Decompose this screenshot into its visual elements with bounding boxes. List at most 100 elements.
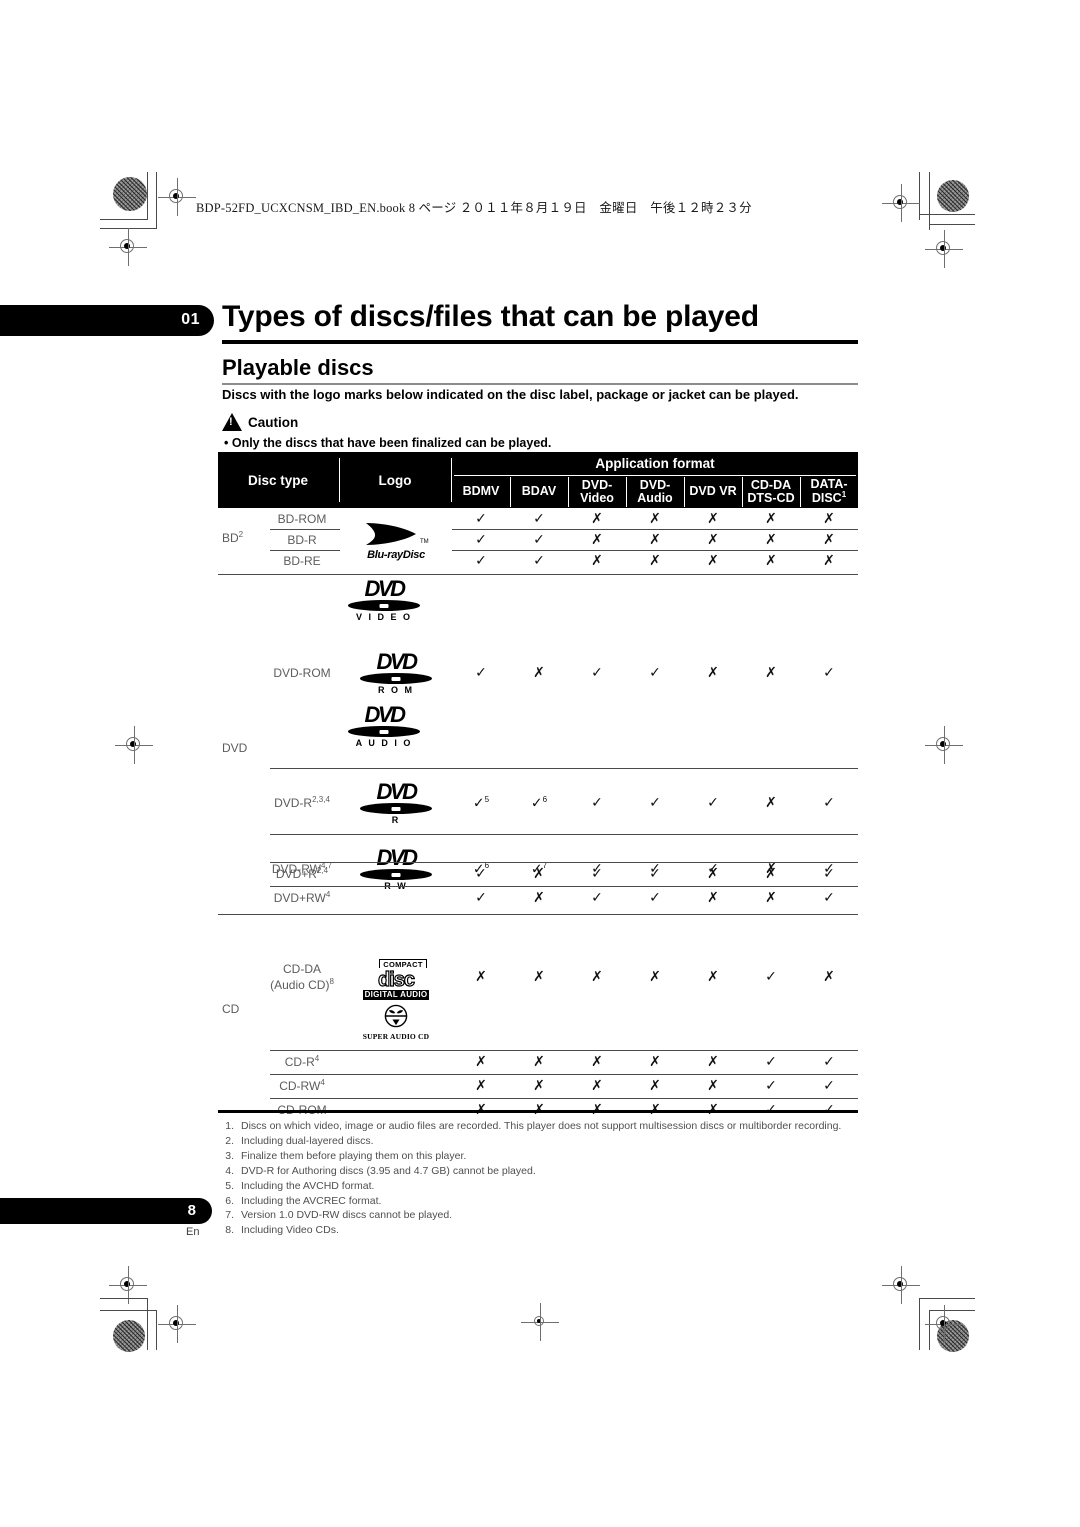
footnote-text: Including dual-layered discs. <box>241 1134 374 1147</box>
mark-yes: ✓5 <box>472 794 490 812</box>
mark-no: ✗ <box>591 1078 603 1094</box>
mark-no: ✗ <box>591 1054 603 1070</box>
mark-no: ✗ <box>591 532 603 548</box>
crop-line-tl-v2 <box>156 172 157 228</box>
caution-block: Caution <box>222 413 298 431</box>
row-label-bd-rom: BD-ROM <box>277 511 327 526</box>
mark-yes: ✓ <box>649 890 661 906</box>
row-marks-bd-rom: ✓ ✓ ✗ ✗ ✗ ✗ ✗ <box>452 511 858 527</box>
mark-yes: ✓ <box>823 890 835 906</box>
crop-line-tl-h1 <box>100 219 148 220</box>
row-divider <box>270 1074 858 1075</box>
registration-mark-bottom-right <box>925 1305 963 1343</box>
logo-dvd-audio: DVD A U D I O <box>340 704 452 748</box>
row-label-dvd-r: DVD-R2,3,4 <box>274 795 330 810</box>
footnote-item: 3. Finalize them before playing them on … <box>220 1149 860 1164</box>
mark-no: ✗ <box>765 794 777 811</box>
page-language-code: En <box>186 1226 200 1238</box>
mark-yes: ✓ <box>707 794 719 811</box>
registration-mark-left-upper <box>109 228 147 266</box>
crop-line-br-v1 <box>919 1298 920 1350</box>
footnote-item: 7. Version 1.0 DVD-RW discs cannot be pl… <box>220 1208 860 1223</box>
footnote-text: Including Video CDs. <box>241 1224 339 1237</box>
mark-yes: ✓6 <box>530 794 548 812</box>
row-marks-dvd-rom: ✓ ✗ ✓ ✓ ✗ ✗ ✓ <box>452 665 858 681</box>
page-title: Types of discs/files that can be played <box>222 300 759 333</box>
mark-yes: ✓ <box>765 1078 777 1094</box>
mark-yes: ✓ <box>823 866 835 882</box>
mark-no: ✗ <box>707 1078 719 1094</box>
chapter-number: 01 <box>181 311 200 328</box>
footnote-text: Including the AVCHD format. <box>241 1179 375 1192</box>
footnote-item: 1. Discs on which video, image or audio … <box>220 1119 860 1134</box>
mark-no: ✗ <box>649 553 661 569</box>
mark-no: ✗ <box>649 511 661 527</box>
mark-no: ✗ <box>765 890 777 906</box>
table-body-bd: BD2 TM Blu-rayDisc BD-ROM ✓ ✓ ✗ ✗ ✗ ✗ ✗ … <box>218 508 858 572</box>
footnote-item: 8. Including Video CDs. <box>220 1223 860 1238</box>
footnote-number: 2. <box>225 1134 234 1147</box>
footnote-number: 8. <box>225 1224 234 1237</box>
mark-yes: ✓ <box>475 532 487 548</box>
warning-triangle-icon <box>222 413 242 431</box>
table-body-cd: CD CD-DA (Audio CD)8 COMPACT disc DIGITA… <box>218 916 858 1118</box>
logo-super-audio-cd: SUPER AUDIO CD <box>340 1004 452 1041</box>
crop-line-bl-v2 <box>156 1310 157 1350</box>
footnote-item: 2. Including dual-layered discs. <box>220 1134 860 1149</box>
registration-mark-left-middle <box>115 726 153 764</box>
mark-no: ✗ <box>765 665 777 681</box>
row-marks-cd-r: ✗ ✗ ✗ ✗ ✗ ✓ ✓ <box>452 1054 858 1070</box>
crop-line-tr-v2 <box>929 172 930 230</box>
mark-yes: ✓ <box>475 866 487 882</box>
header-application-format: Application format <box>595 456 715 471</box>
mark-yes: ✓ <box>591 890 603 906</box>
mark-yes: ✓ <box>823 1054 835 1070</box>
table-row: BD-R ✓ ✓ ✗ ✗ ✗ ✗ ✗ <box>218 531 858 549</box>
footnote-number: 5. <box>225 1179 234 1192</box>
dvd-wordmark: DVD <box>376 779 418 804</box>
mark-no: ✗ <box>649 969 661 985</box>
crop-line-bl-v1 <box>147 1298 148 1350</box>
row-label-dvd-plus-r: DVD+R2,4 <box>275 866 329 881</box>
row-marks-dvd-r: ✓5 ✓6 ✓ ✓ ✓ ✗ ✓ <box>452 795 858 812</box>
footnotes-list: 1. Discs on which video, image or audio … <box>220 1119 860 1238</box>
mark-no: ✗ <box>649 1078 661 1094</box>
mark-no: ✗ <box>533 665 545 681</box>
header-disc-type: Disc type <box>247 472 309 488</box>
dvd-disc-ellipse-icon <box>360 673 432 684</box>
super-audio-cd-label: SUPER AUDIO CD <box>362 1032 430 1041</box>
dvd-disc-ellipse-icon <box>348 726 420 737</box>
row-divider <box>452 529 858 530</box>
footnote-number: 6. <box>225 1194 234 1207</box>
logo-dvd-rom: DVD R O M <box>340 651 452 695</box>
row-label-cd-rw: CD-RW4 <box>279 1078 325 1093</box>
crop-line-bl-h1 <box>100 1298 148 1299</box>
mark-yes: ✓ <box>533 511 545 527</box>
row-marks-cd-da: ✗ ✗ ✗ ✗ ✗ ✓ ✗ <box>452 969 858 985</box>
cd-disc-wordmark: disc <box>377 968 415 991</box>
playable-discs-table: Disc type Logo Application format BDMV B… <box>218 452 858 1118</box>
table-row: CD-R4 ✗ ✗ ✗ ✗ ✗ ✓ ✓ <box>218 1052 858 1072</box>
mark-yes: ✓ <box>823 794 835 811</box>
mark-yes: ✓ <box>823 665 835 681</box>
mark-no: ✗ <box>591 969 603 985</box>
mark-yes: ✓ <box>649 866 661 882</box>
dvd-audio-sublabel: A U D I O <box>355 738 413 748</box>
dvd-disc-ellipse-icon <box>348 600 420 611</box>
table-row: CD-RW4 ✗ ✗ ✗ ✗ ✗ ✓ ✓ <box>218 1076 858 1096</box>
mark-no: ✗ <box>823 553 835 569</box>
mark-no: ✗ <box>707 511 719 527</box>
mark-no: ✗ <box>823 511 835 527</box>
section-intro-text: Discs with the logo marks below indicate… <box>222 387 799 402</box>
table-header: Disc type Logo Application format BDMV B… <box>218 452 858 508</box>
section-underline <box>222 383 858 385</box>
mark-no: ✗ <box>707 1054 719 1070</box>
crop-line-tl-v1 <box>147 172 148 220</box>
mark-no: ✗ <box>765 553 777 569</box>
mark-yes: ✓ <box>823 1078 835 1094</box>
mark-yes: ✓ <box>649 665 661 681</box>
mark-yes: ✓ <box>765 1054 777 1070</box>
caution-label: Caution <box>248 414 299 430</box>
mark-yes: ✓ <box>533 553 545 569</box>
row-divider <box>452 550 858 551</box>
